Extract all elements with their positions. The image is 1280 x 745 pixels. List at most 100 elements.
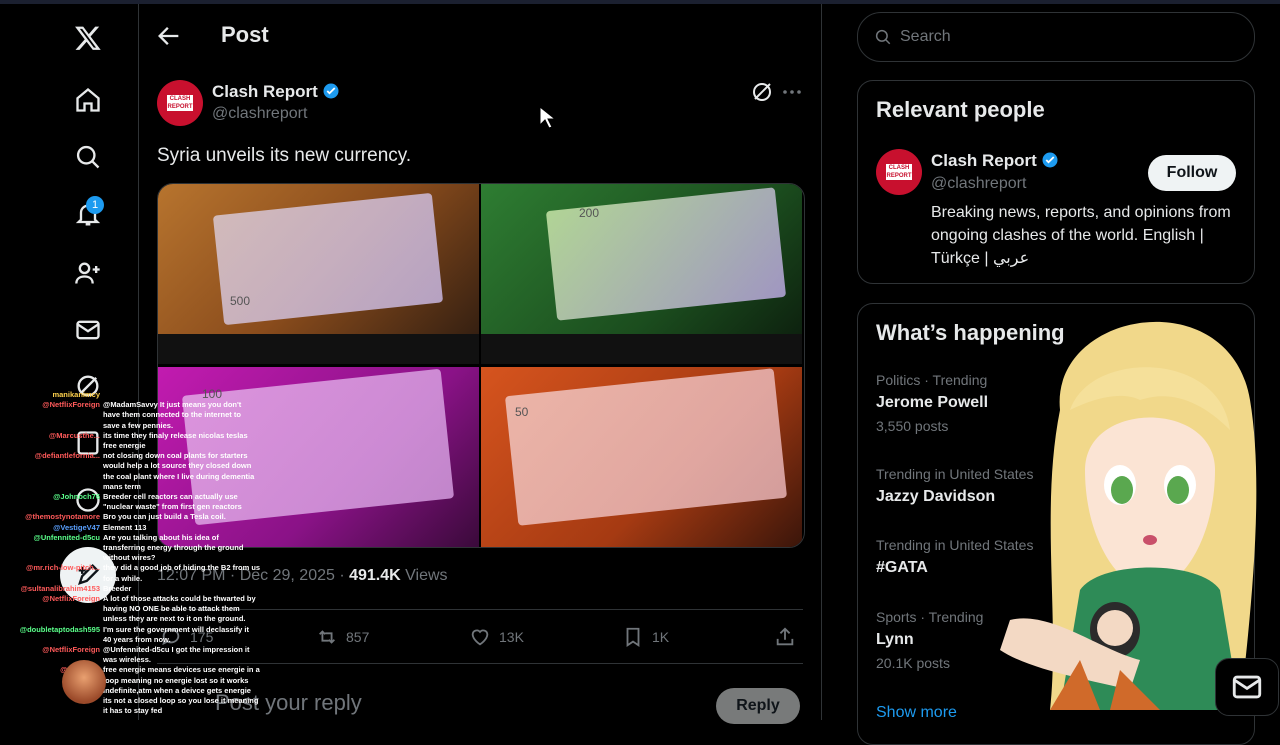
- chat-message: @Unfennited-d5cu Are you talking about hi…: [0, 533, 260, 543]
- trend-item[interactable]: Sports · Trending Lynn 20.1K posts: [876, 609, 983, 671]
- share-action[interactable]: [774, 625, 804, 649]
- chat-message: "nuclear waste" from first gen reactors: [0, 502, 260, 512]
- chat-text: transferring energy through the ground: [103, 543, 244, 553]
- author-handle[interactable]: @clashreport: [212, 105, 307, 123]
- chat-text: 40 years from now.: [103, 634, 171, 644]
- bookmark-count: 1K: [652, 629, 670, 645]
- search-bar[interactable]: Search: [857, 12, 1255, 62]
- chat-message: its not a closed loop so you lose it mea…: [0, 696, 260, 706]
- heart-icon: [471, 629, 489, 646]
- stage-floor: [158, 334, 479, 364]
- repost-action[interactable]: 857: [316, 625, 369, 649]
- views-label: Views: [400, 567, 448, 584]
- chat-text: A lot of those attacks could be thwarted…: [103, 594, 256, 604]
- chat-text: its time they finaly release nicolas tes…: [103, 430, 248, 440]
- notifications-badge: 1: [86, 196, 104, 214]
- chat-message: having NO ONE be able to attack them: [0, 604, 260, 614]
- chat-message: have them connected to the internet to: [0, 410, 260, 420]
- back-arrow-icon[interactable]: [155, 22, 183, 50]
- messages-drawer-button[interactable]: [1215, 658, 1279, 716]
- chat-message: for a while.: [0, 574, 260, 584]
- chat-message: was wireless.: [0, 655, 260, 665]
- relevant-name-row[interactable]: Clash Report: [931, 151, 1059, 171]
- chat-message: @sultanalibrahim4153 Breeder: [0, 584, 260, 594]
- chat-text: would help a lot source they closed down: [103, 461, 252, 471]
- chat-text: @Unfennited-d5cu I got the impression it: [103, 645, 250, 655]
- relevant-bio: Breaking news, reports, and opinions fro…: [931, 204, 1231, 267]
- share-icon: [776, 627, 794, 646]
- chat-username: @defiantlefornia...: [34, 451, 100, 461]
- chat-message: loop meaning no energie lost so it works: [0, 676, 260, 686]
- chat-text: Are you talking about his idea of: [103, 532, 219, 542]
- chat-message: @defiantlefornia... not closing down coal…: [0, 451, 260, 461]
- chat-message: @VestigeV47 Element 113: [0, 523, 260, 533]
- trend-context: Politics · Trending: [876, 372, 988, 388]
- stage-floor: [481, 334, 802, 364]
- search-icon: [875, 29, 891, 45]
- chat-text: having NO ONE be able to attack them: [103, 604, 240, 614]
- media-image-200[interactable]: 200: [481, 184, 802, 364]
- post-text: Syria unveils its new currency.: [157, 145, 412, 166]
- media-image-500[interactable]: 500: [158, 184, 479, 364]
- chat-text: Element 113: [103, 522, 147, 532]
- chat-message: free energie: [0, 441, 260, 451]
- chat-message: @Johnoch76 Breeder cell reactors can actu…: [0, 492, 260, 502]
- follow-icon[interactable]: [70, 255, 106, 291]
- search-icon[interactable]: [70, 139, 106, 175]
- banknote-200-value: 200: [579, 206, 600, 220]
- more-options-icon[interactable]: [780, 80, 804, 104]
- page-title: Post: [221, 22, 269, 47]
- banknote-50: [504, 368, 788, 526]
- chat-message: would help a lot source they closed down: [0, 461, 260, 471]
- trend-item[interactable]: Politics · Trending Jerome Powell 3,550 …: [876, 372, 988, 434]
- trend-count: 20.1K posts: [876, 655, 950, 671]
- chat-text: mans term: [103, 481, 141, 491]
- chat-text: free energie means devices use energie i…: [103, 665, 260, 675]
- chat-text: Breeder: [103, 583, 132, 593]
- chat-text: loop meaning no energie lost so it works: [103, 675, 249, 685]
- stream-chat-overlay: manikanimcy @NetflixForeign @MadamSavvy It…: [0, 390, 260, 720]
- x-logo-icon[interactable]: [70, 20, 106, 56]
- chat-text: indefinite,atm when a deivce gets energi…: [103, 685, 251, 695]
- chat-username: manikanimcy: [52, 390, 100, 399]
- repost-count: 857: [346, 629, 370, 645]
- chat-username: @themostynotamore: [25, 512, 100, 522]
- chat-text: for a while.: [103, 573, 143, 583]
- author-name-row[interactable]: Clash Report: [212, 82, 340, 102]
- top-bar: [0, 0, 1280, 4]
- home-icon[interactable]: [70, 82, 106, 118]
- trend-count: 3,550 posts: [876, 418, 949, 434]
- relevant-name[interactable]: Clash Report: [931, 151, 1037, 170]
- chat-user-avatar: [62, 660, 106, 704]
- show-more-link[interactable]: Show more: [876, 704, 957, 722]
- author-avatar[interactable]: CLASH REPORT: [157, 80, 203, 126]
- chat-message: manikanimcy: [0, 390, 260, 400]
- media-image-50[interactable]: 50: [481, 367, 802, 547]
- follow-button[interactable]: Follow: [1148, 155, 1236, 191]
- grok-explain-icon[interactable]: [750, 80, 774, 104]
- relevant-avatar[interactable]: CLASH REPORT: [876, 149, 922, 195]
- chat-message: mans term: [0, 482, 260, 492]
- chat-message: @Marcusthe... its time they finaly releas…: [0, 431, 260, 441]
- banknote-50-value: 50: [515, 405, 529, 419]
- chat-text: "nuclear waste" from first gen reactors: [103, 502, 242, 512]
- chat-text: Bro you can just build a Tesla coil.: [103, 512, 226, 522]
- chat-message: 40 years from now.: [0, 635, 260, 645]
- chat-text: save a few pennies.: [103, 420, 174, 430]
- author-name[interactable]: Clash Report: [212, 82, 318, 101]
- vtuber-avatar-overlay: [1000, 321, 1257, 710]
- bookmark-action[interactable]: 1K: [622, 625, 669, 649]
- reply-button[interactable]: Reply: [716, 688, 800, 724]
- chat-username: @VestigeV47: [53, 522, 100, 532]
- avatar-logo-text: CLASH REPORT: [886, 164, 912, 180]
- repost-icon: [319, 630, 335, 644]
- chat-username: @NetflixForeign: [42, 594, 100, 604]
- chat-text: without wires?: [103, 553, 156, 563]
- trend-name: Jerome Powell: [876, 394, 989, 411]
- messages-icon[interactable]: [70, 312, 106, 348]
- chat-message: transferring energy through the ground: [0, 543, 260, 553]
- like-action[interactable]: 13K: [469, 625, 524, 649]
- chat-message: @NetflixForeign @Unfennited-d5cu I got th…: [0, 645, 260, 655]
- relevant-handle[interactable]: @clashreport: [931, 175, 1026, 193]
- relevant-people-card: Relevant people CLASH REPORT Clash Repor…: [857, 80, 1255, 284]
